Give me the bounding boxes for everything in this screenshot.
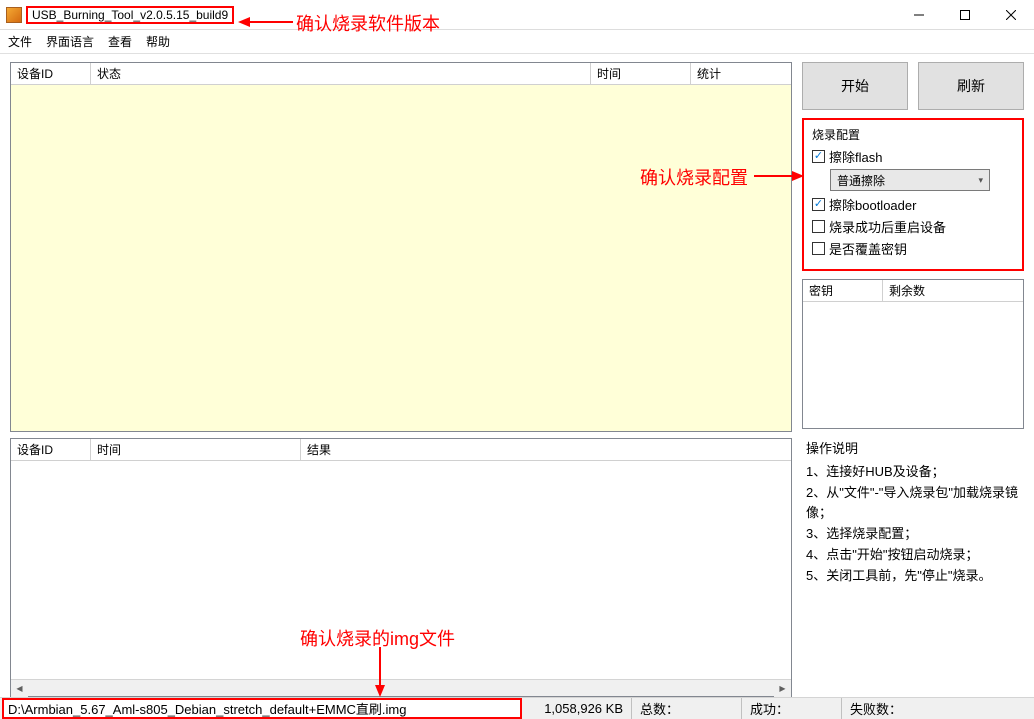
menu-language[interactable]: 界面语言 (46, 33, 94, 50)
col-time[interactable]: 时间 (591, 63, 691, 84)
instructions-title: 操作说明 (806, 439, 1020, 460)
erase-mode-select[interactable]: 普通擦除 ▾ (830, 169, 990, 191)
table-header: 设备ID 状态 时间 统计 (11, 63, 791, 85)
start-button[interactable]: 开始 (802, 62, 908, 110)
col-device-id[interactable]: 设备ID (11, 439, 91, 460)
col-stats[interactable]: 统计 (691, 63, 791, 84)
main-content: 设备ID 状态 时间 统计 设备ID 时间 结果 ◀ ▶ 开始 (0, 54, 1034, 697)
checkbox-unchecked-icon[interactable] (812, 220, 825, 233)
titlebar: USB_Burning_Tool_v2.0.5.15_build9 (0, 0, 1034, 30)
key-table: 密钥 剩余数 (802, 279, 1024, 429)
horizontal-scrollbar[interactable]: ◀ ▶ (11, 679, 791, 696)
col-status[interactable]: 状态 (91, 63, 591, 84)
reboot-after-row[interactable]: 烧录成功后重启设备 (812, 217, 1014, 236)
chevron-down-icon: ▾ (978, 175, 983, 186)
status-total: 总数： (632, 698, 742, 719)
overwrite-key-row[interactable]: 是否覆盖密钥 (812, 239, 1014, 258)
erase-flash-label: 擦除flash (829, 147, 882, 166)
right-column: 开始 刷新 烧录配置 ✓ 擦除flash 普通擦除 ▾ ✓ 擦除bootload… (802, 62, 1024, 697)
col-key[interactable]: 密钥 (803, 280, 883, 301)
menu-file[interactable]: 文件 (8, 33, 32, 50)
col-result[interactable]: 结果 (301, 439, 791, 460)
statusbar: D:\Armbian_5.67_Aml-s805_Debian_stretch_… (0, 697, 1034, 719)
erase-bootloader-label: 擦除bootloader (829, 195, 916, 214)
col-device-id[interactable]: 设备ID (11, 63, 91, 84)
scroll-right-button[interactable]: ▶ (774, 680, 791, 697)
overwrite-key-label: 是否覆盖密钥 (829, 239, 907, 258)
table-header: 密钥 剩余数 (803, 280, 1023, 302)
left-column: 设备ID 状态 时间 统计 设备ID 时间 结果 ◀ ▶ (10, 62, 792, 697)
table-header: 设备ID 时间 结果 (11, 439, 791, 461)
status-fail: 失败数： (842, 698, 1034, 719)
erase-mode-value: 普通擦除 (837, 172, 885, 189)
checkbox-unchecked-icon[interactable] (812, 242, 825, 255)
action-buttons: 开始 刷新 (802, 62, 1024, 110)
instruction-step: 2、从"文件"-"导入烧录包"加载烧录镜像； (806, 483, 1020, 525)
instruction-step: 5、关闭工具前，先"停止"烧录。 (806, 566, 1020, 587)
col-remaining[interactable]: 剩余数 (883, 280, 1023, 301)
window-title: USB_Burning_Tool_v2.0.5.15_build9 (26, 6, 234, 24)
menubar: 文件 界面语言 查看 帮助 (0, 30, 1034, 54)
instructions-panel: 操作说明 1、连接好HUB及设备； 2、从"文件"-"导入烧录包"加载烧录镜像；… (802, 437, 1024, 697)
status-success: 成功： (742, 698, 842, 719)
burn-config-panel: 烧录配置 ✓ 擦除flash 普通擦除 ▾ ✓ 擦除bootloader 烧录成… (802, 118, 1024, 271)
instruction-step: 4、点击"开始"按钮启动烧录； (806, 545, 1020, 566)
checkbox-checked-icon[interactable]: ✓ (812, 198, 825, 211)
col-time[interactable]: 时间 (91, 439, 301, 460)
erase-flash-row[interactable]: ✓ 擦除flash (812, 147, 1014, 166)
menu-view[interactable]: 查看 (108, 33, 132, 50)
status-filesize: 1,058,926 KB (522, 698, 632, 719)
close-button[interactable] (988, 0, 1034, 30)
config-title: 烧录配置 (812, 126, 1014, 143)
erase-bootloader-row[interactable]: ✓ 擦除bootloader (812, 195, 1014, 214)
scroll-left-button[interactable]: ◀ (11, 680, 28, 697)
maximize-button[interactable] (942, 0, 988, 30)
result-table: 设备ID 时间 结果 ◀ ▶ (10, 438, 792, 697)
checkbox-checked-icon[interactable]: ✓ (812, 150, 825, 163)
instruction-step: 1、连接好HUB及设备； (806, 462, 1020, 483)
refresh-button[interactable]: 刷新 (918, 62, 1024, 110)
device-status-table: 设备ID 状态 时间 统计 (10, 62, 792, 432)
menu-help[interactable]: 帮助 (146, 33, 170, 50)
device-table-body[interactable] (11, 85, 791, 431)
result-table-body[interactable] (11, 461, 791, 679)
app-icon (6, 7, 22, 23)
reboot-after-label: 烧录成功后重启设备 (829, 217, 946, 236)
status-filepath: D:\Armbian_5.67_Aml-s805_Debian_stretch_… (2, 698, 522, 719)
minimize-button[interactable] (896, 0, 942, 30)
instruction-step: 3、选择烧录配置； (806, 524, 1020, 545)
window-controls (896, 0, 1034, 30)
